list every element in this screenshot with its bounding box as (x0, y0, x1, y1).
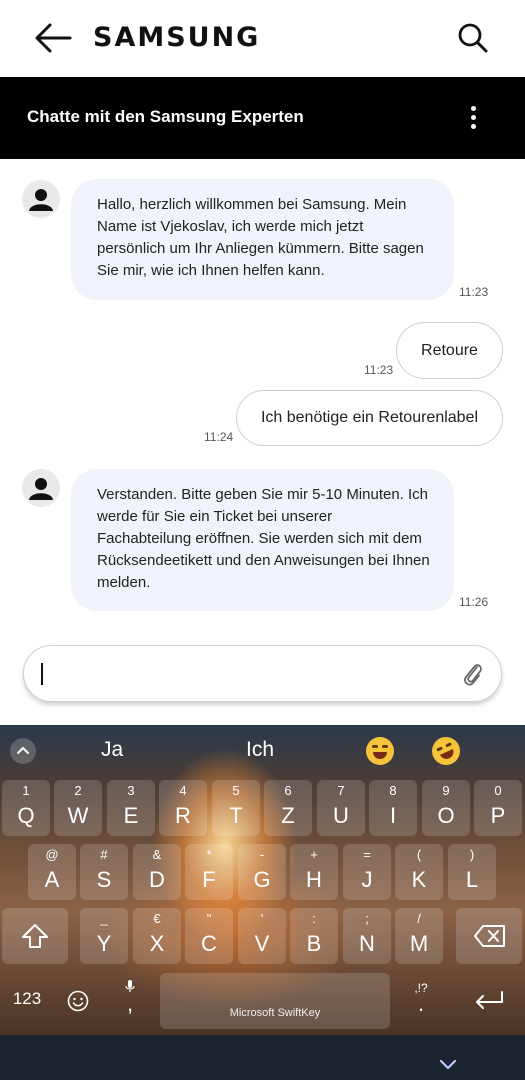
chat-history[interactable]: Hallo, herzlich willkommen bei Samsung. … (0, 159, 525, 641)
person-icon (29, 478, 53, 500)
backspace-key[interactable] (456, 908, 522, 964)
rolling-laughing-emoji-icon[interactable] (427, 732, 465, 770)
backspace-icon (474, 925, 505, 947)
suggestion-ich[interactable]: Ich (246, 738, 274, 762)
chat-titlebar: Chatte mit den Samsung Experten (0, 77, 525, 159)
app-header: SAMSUNG (0, 0, 525, 77)
period-key[interactable]: ,!? . (396, 973, 446, 1029)
key-q[interactable]: 1Q (2, 780, 50, 836)
dot-icon (470, 115, 476, 120)
key-c[interactable]: " C (185, 908, 233, 964)
message-time: 11:26 (459, 595, 489, 609)
agent-avatar (22, 180, 60, 218)
key-e[interactable]: 3E (107, 780, 155, 836)
arrow-left-icon (35, 23, 72, 53)
system-navigation-bar (0, 1035, 525, 1080)
smiley-icon (67, 990, 89, 1012)
dot-icon (470, 106, 476, 111)
comma-key[interactable]: , (104, 973, 156, 1029)
key-p[interactable]: 0P (474, 780, 522, 836)
key-a[interactable]: @ A (28, 844, 76, 900)
text-cursor (41, 663, 43, 685)
key-t[interactable]: 5T (212, 780, 260, 836)
suggestion-ja[interactable]: Ja (101, 738, 123, 762)
key-u[interactable]: 7U (317, 780, 365, 836)
agent-message-bubble: Verstanden. Bitte geben Sie mir 5-10 Min… (71, 469, 454, 611)
person-icon (29, 189, 53, 211)
more-options-button[interactable] (461, 103, 485, 133)
key-i[interactable]: 8I (369, 780, 417, 836)
dot-icon (470, 124, 476, 129)
user-message-bubble: Ich benötige ein Retourenlabel (236, 390, 503, 446)
key-w[interactable]: 2W (54, 780, 102, 836)
emoji-key[interactable] (56, 973, 100, 1029)
key-b[interactable]: :B (290, 908, 338, 964)
key-s[interactable]: # S (80, 844, 128, 900)
attach-button[interactable] (462, 660, 484, 688)
toolbar-toggle-button[interactable] (10, 738, 36, 764)
back-button[interactable] (30, 20, 74, 56)
key-h[interactable]: + H (290, 844, 338, 900)
enter-icon (476, 991, 503, 1009)
user-message-bubble: Retoure (396, 322, 503, 379)
key-v[interactable]: ' V (238, 908, 286, 964)
key-l[interactable]: ) L (448, 844, 496, 900)
key-k[interactable]: (K (395, 844, 443, 900)
key-d[interactable]: & D (133, 844, 181, 900)
shift-icon (22, 924, 48, 948)
key-x[interactable]: € X (133, 908, 181, 964)
key-y[interactable]: _ Y (80, 908, 128, 964)
message-time: 11:23 (364, 363, 394, 377)
tears-of-joy-emoji-icon[interactable] (366, 737, 394, 765)
search-button[interactable] (457, 22, 489, 54)
message-time: 11:23 (459, 285, 489, 299)
key-r[interactable]: 4R (159, 780, 207, 836)
key-z[interactable]: 6Z (264, 780, 312, 836)
key-g[interactable]: -G (238, 844, 286, 900)
chevron-down-icon (439, 1059, 457, 1070)
enter-key[interactable] (456, 973, 522, 1029)
key-o[interactable]: 9O (422, 780, 470, 836)
key-n[interactable]: ; N (343, 908, 391, 964)
key-m[interactable]: / M (395, 908, 443, 964)
agent-message-bubble: Hallo, herzlich willkommen bei Samsung. … (71, 179, 454, 300)
swiftkey-keyboard: Ja Ich 1Q 2W 3E 4R 5T 6Z 7U 8I 9O 0P @ A … (0, 725, 525, 1035)
message-time: 11:24 (204, 430, 234, 444)
numbers-key[interactable]: 123 (2, 973, 52, 1029)
space-key[interactable]: Microsoft SwiftKey (160, 973, 390, 1029)
agent-avatar (22, 469, 60, 507)
message-input[interactable] (23, 645, 502, 702)
samsung-logo: SAMSUNG (93, 22, 261, 53)
key-f[interactable]: * F (185, 844, 233, 900)
key-j[interactable]: = J (343, 844, 391, 900)
hide-keyboard-button[interactable] (438, 1055, 458, 1075)
search-icon (458, 23, 488, 53)
shift-key[interactable] (2, 908, 68, 964)
chevron-up-icon (17, 746, 29, 754)
paperclip-icon (464, 664, 482, 686)
suggestion-bar: Ja Ich (0, 725, 525, 777)
chat-title: Chatte mit den Samsung Experten (27, 107, 304, 126)
